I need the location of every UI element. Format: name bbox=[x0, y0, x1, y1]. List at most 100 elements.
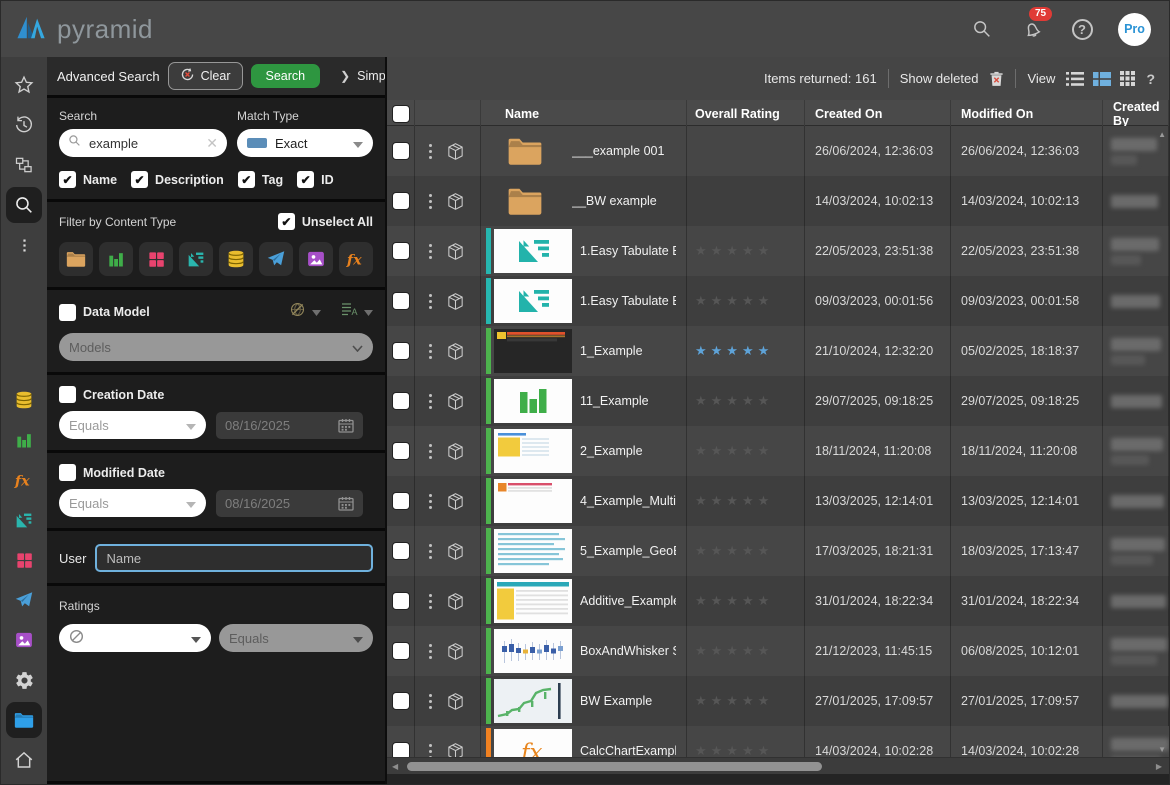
rail-item-bar-chart[interactable] bbox=[6, 422, 42, 458]
row-cube-icon[interactable] bbox=[446, 292, 465, 311]
brand-logo[interactable]: pyramid bbox=[15, 12, 153, 47]
search-field-checkbox-id[interactable]: ✔ID bbox=[297, 171, 334, 188]
row-menu-icon[interactable] bbox=[429, 244, 432, 259]
table-row[interactable]: 1.Easy Tabulate Example★★★★★09/03/2023, … bbox=[387, 276, 1169, 326]
creation-date-checkbox[interactable]: ✔ Creation Date bbox=[59, 386, 373, 403]
scroll-right-arrow[interactable]: ▶ bbox=[1156, 758, 1162, 775]
row-checkbox[interactable] bbox=[392, 492, 410, 510]
rail-item-tabulate[interactable] bbox=[6, 502, 42, 538]
user-avatar[interactable]: Pro bbox=[1118, 13, 1151, 46]
row-cube-icon[interactable] bbox=[446, 392, 465, 411]
row-cube-icon[interactable] bbox=[446, 192, 465, 211]
notifications-bell-icon[interactable]: 75 bbox=[1018, 15, 1046, 43]
chevron-down-icon[interactable] bbox=[364, 303, 373, 321]
table-row[interactable]: BoxAndWhisker Simple★★★★★21/12/2023, 11:… bbox=[387, 626, 1169, 676]
data-model-checkbox[interactable]: ✔ Data Model bbox=[59, 304, 150, 321]
table-row[interactable]: fxCalcChartExample★★★★★14/03/2024, 10:02… bbox=[387, 726, 1169, 757]
content-type-send[interactable] bbox=[259, 242, 293, 276]
vertical-scroll-up-arrow[interactable]: ▲ bbox=[1158, 130, 1166, 139]
column-header-overall-rating[interactable]: Overall Rating bbox=[687, 100, 805, 128]
content-type-bar-chart[interactable] bbox=[99, 242, 133, 276]
row-menu-icon[interactable] bbox=[429, 294, 432, 309]
row-cube-icon[interactable] bbox=[446, 742, 465, 758]
row-menu-icon[interactable] bbox=[429, 144, 432, 159]
content-type-folder[interactable] bbox=[59, 242, 93, 276]
row-checkbox[interactable] bbox=[392, 192, 410, 210]
rating-stars[interactable]: ★★★★★ bbox=[695, 243, 773, 259]
table-help-icon[interactable]: ? bbox=[1146, 71, 1155, 87]
server-filter-icon[interactable] bbox=[289, 301, 306, 323]
row-menu-icon[interactable] bbox=[429, 694, 432, 709]
column-header-name[interactable]: Name bbox=[481, 100, 687, 128]
content-type-database[interactable] bbox=[219, 242, 253, 276]
content-type-image[interactable] bbox=[299, 242, 333, 276]
table-row[interactable]: 2_Example★★★★★18/11/2024, 11:20:0818/11/… bbox=[387, 426, 1169, 476]
table-row[interactable]: BW Example★★★★★27/01/2025, 17:09:5727/01… bbox=[387, 676, 1169, 726]
row-menu-icon[interactable] bbox=[429, 644, 432, 659]
rating-stars[interactable]: ★★★★★ bbox=[695, 493, 773, 509]
content-type-tabulate[interactable] bbox=[179, 242, 213, 276]
rail-item-folder[interactable] bbox=[6, 702, 42, 738]
rating-stars[interactable]: ★★★★★ bbox=[695, 443, 773, 459]
row-menu-icon[interactable] bbox=[429, 544, 432, 559]
row-cube-icon[interactable] bbox=[446, 542, 465, 561]
row-checkbox[interactable] bbox=[392, 292, 410, 310]
rating-stars[interactable]: ★★★★★ bbox=[695, 593, 773, 609]
table-row[interactable]: ___example 00126/06/2024, 12:36:0326/06/… bbox=[387, 126, 1169, 176]
rail-item-favorites[interactable] bbox=[6, 67, 42, 103]
ratings-operator-select[interactable]: Equals bbox=[219, 624, 373, 652]
table-row[interactable]: 1.Easy Tabulate Example★★★★★22/05/2023, … bbox=[387, 226, 1169, 276]
clear-search-term-icon[interactable]: ✕ bbox=[206, 136, 218, 150]
search-field-checkbox-name[interactable]: ✔Name bbox=[59, 171, 117, 188]
rail-item-more[interactable] bbox=[6, 227, 42, 263]
ratings-value-select[interactable] bbox=[59, 624, 211, 652]
row-menu-icon[interactable] bbox=[429, 494, 432, 509]
row-cube-icon[interactable] bbox=[446, 492, 465, 511]
row-checkbox[interactable] bbox=[392, 242, 410, 260]
chevron-down-icon[interactable] bbox=[312, 303, 321, 321]
row-menu-icon[interactable] bbox=[429, 344, 432, 359]
search-submit-button[interactable]: Search bbox=[251, 64, 321, 88]
row-cube-icon[interactable] bbox=[446, 142, 465, 161]
row-menu-icon[interactable] bbox=[429, 194, 432, 209]
modified-date-checkbox[interactable]: ✔ Modified Date bbox=[59, 464, 373, 481]
modified-date-input[interactable]: 08/16/2025 bbox=[216, 490, 363, 517]
rating-stars[interactable]: ★★★★★ bbox=[695, 393, 773, 409]
row-checkbox[interactable] bbox=[392, 542, 410, 560]
column-header-created-on[interactable]: Created On bbox=[805, 100, 951, 128]
match-type-select[interactable]: Exact bbox=[237, 129, 373, 157]
rating-stars[interactable]: ★★★★★ bbox=[695, 643, 773, 659]
row-menu-icon[interactable] bbox=[429, 594, 432, 609]
view-detail-icon[interactable] bbox=[1093, 72, 1111, 86]
table-row[interactable]: 11_Example★★★★★29/07/2025, 09:18:2529/07… bbox=[387, 376, 1169, 426]
row-cube-icon[interactable] bbox=[446, 442, 465, 461]
view-grid-icon[interactable] bbox=[1120, 71, 1135, 86]
content-type-formula[interactable]: fx bbox=[339, 242, 373, 276]
rail-item-settings[interactable] bbox=[6, 662, 42, 698]
table-row[interactable]: 1_Example★★★★★21/10/2024, 12:32:2005/02/… bbox=[387, 326, 1169, 376]
row-checkbox[interactable] bbox=[392, 592, 410, 610]
row-checkbox[interactable] bbox=[392, 342, 410, 360]
search-field-checkbox-tag[interactable]: ✔Tag bbox=[238, 171, 283, 188]
row-menu-icon[interactable] bbox=[429, 394, 432, 409]
select-all-checkbox[interactable] bbox=[392, 105, 410, 123]
column-header-created-by[interactable]: Created By bbox=[1103, 100, 1169, 128]
rail-item-home[interactable] bbox=[6, 742, 42, 778]
help-icon[interactable]: ? bbox=[1068, 15, 1096, 43]
rating-stars[interactable]: ★★★★★ bbox=[695, 293, 773, 309]
row-checkbox[interactable] bbox=[392, 642, 410, 660]
rail-item-formula[interactable]: fx bbox=[6, 462, 42, 498]
unselect-all-checkbox[interactable]: ✔ Unselect All bbox=[278, 213, 373, 230]
rail-item-grid[interactable] bbox=[6, 542, 42, 578]
row-checkbox[interactable] bbox=[392, 692, 410, 710]
creation-date-input[interactable]: 08/16/2025 bbox=[216, 412, 363, 439]
rail-item-hierarchy[interactable] bbox=[6, 147, 42, 183]
global-search-icon[interactable] bbox=[968, 15, 996, 43]
rating-stars[interactable]: ★★★★★ bbox=[695, 743, 773, 757]
horizontal-scrollbar-thumb[interactable] bbox=[407, 762, 822, 771]
scroll-left-arrow[interactable]: ◀ bbox=[392, 758, 398, 775]
row-menu-icon[interactable] bbox=[429, 744, 432, 758]
models-select[interactable]: Models bbox=[59, 333, 373, 361]
table-row[interactable]: __BW example14/03/2024, 10:02:1314/03/20… bbox=[387, 176, 1169, 226]
row-cube-icon[interactable] bbox=[446, 692, 465, 711]
